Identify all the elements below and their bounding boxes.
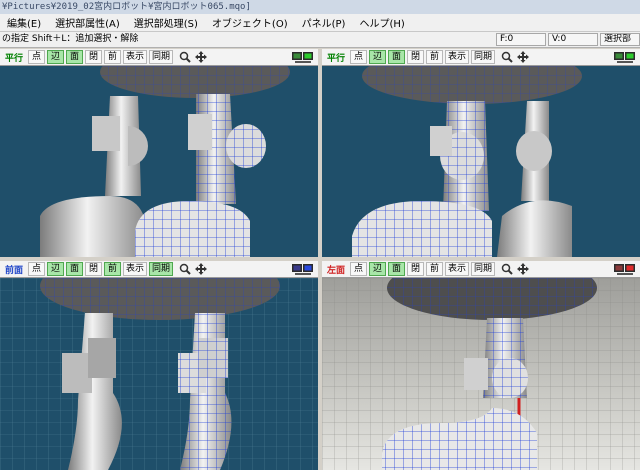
vertex-button[interactable]: 点 [350, 262, 367, 276]
front-button[interactable]: 前 [104, 50, 121, 64]
magnifier-icon[interactable] [179, 263, 191, 275]
face-count: F:0 [496, 33, 546, 46]
menu-help[interactable]: ヘルプ(H) [352, 15, 411, 30]
hide-button[interactable]: 閉 [85, 50, 102, 64]
sync-button[interactable]: 同期 [149, 262, 174, 276]
window-title: ¥Pictures¥2019_02宮内ロボット¥宮内ロボット065.mqo] [0, 0, 640, 14]
menu-selection-process[interactable]: 選択部処理(S) [127, 15, 205, 30]
sync-button[interactable]: 同期 [471, 262, 496, 276]
menu-object[interactable]: オブジェクト(O) [205, 15, 295, 30]
pane-toolbar: 平行 点 辺 面 閉 前 表示 同期 [322, 49, 640, 66]
monitor-icon[interactable] [292, 263, 314, 275]
hide-button[interactable]: 閉 [407, 50, 424, 64]
display-button[interactable]: 表示 [445, 262, 470, 276]
front-button[interactable]: 前 [104, 262, 121, 276]
front-button[interactable]: 前 [426, 50, 443, 64]
face-button[interactable]: 面 [66, 50, 83, 64]
viewport-3d[interactable] [322, 66, 640, 257]
viewport-pane-bottom-left: 前面 点 辺 面 閉 前 表示 同期 [0, 261, 318, 470]
display-button[interactable]: 表示 [123, 262, 148, 276]
display-button[interactable]: 表示 [445, 50, 470, 64]
face-button[interactable]: 面 [66, 262, 83, 276]
vertex-button[interactable]: 点 [28, 262, 45, 276]
front-button[interactable]: 前 [426, 262, 443, 276]
pane-toolbar: 平行 点 辺 面 閉 前 表示 同期 [0, 49, 318, 66]
vertex-button[interactable]: 点 [350, 50, 367, 64]
move-arrows-icon[interactable] [517, 263, 530, 275]
sync-button[interactable]: 同期 [471, 50, 496, 64]
viewport-pane-bottom-right: 左面 点 辺 面 閉 前 表示 同期 [322, 261, 640, 470]
edge-button[interactable]: 辺 [47, 50, 64, 64]
face-button[interactable]: 面 [388, 262, 405, 276]
menu-panel[interactable]: パネル(P) [295, 15, 353, 30]
view-mode-label: 前面 [4, 265, 23, 276]
pane-toolbar: 前面 点 辺 面 閉 前 表示 同期 [0, 261, 318, 278]
monitor-icon[interactable] [614, 51, 636, 63]
edge-button[interactable]: 辺 [369, 262, 386, 276]
viewport-3d[interactable] [0, 66, 318, 257]
viewport-3d[interactable] [0, 278, 318, 470]
magnifier-icon[interactable] [179, 51, 191, 63]
status-bar: の指定 Shift＋L：追加選択・解除 F:0 V:0 選択部 [0, 32, 640, 48]
viewport-pane-top-left: 平行 点 辺 面 閉 前 表示 同期 [0, 49, 318, 257]
pane-toolbar: 左面 点 辺 面 閉 前 表示 同期 [322, 261, 640, 278]
view-mode-label: 平行 [4, 53, 23, 64]
viewport-pane-top-right: 平行 点 辺 面 閉 前 表示 同期 [322, 49, 640, 257]
menu-selection-attributes[interactable]: 選択部属性(A) [48, 15, 127, 30]
magnifier-icon[interactable] [501, 51, 513, 63]
selection-status: 選択部 [600, 33, 640, 46]
face-button[interactable]: 面 [388, 50, 405, 64]
monitor-icon[interactable] [292, 51, 314, 63]
view-mode-label: 平行 [326, 53, 345, 64]
edge-button[interactable]: 辺 [369, 50, 386, 64]
vertex-count: V:0 [548, 33, 598, 46]
viewport-3d[interactable] [322, 278, 640, 470]
move-arrows-icon[interactable] [195, 263, 208, 275]
monitor-icon[interactable] [614, 263, 636, 275]
magnifier-icon[interactable] [501, 263, 513, 275]
edge-button[interactable]: 辺 [47, 262, 64, 276]
sync-button[interactable]: 同期 [149, 50, 174, 64]
menu-bar: 編集(E) 選択部属性(A) 選択部処理(S) オブジェクト(O) パネル(P)… [0, 14, 640, 32]
vertex-button[interactable]: 点 [28, 50, 45, 64]
view-mode-label: 左面 [326, 265, 345, 276]
display-button[interactable]: 表示 [123, 50, 148, 64]
app-window: ¥Pictures¥2019_02宮内ロボット¥宮内ロボット065.mqo] 編… [0, 0, 640, 470]
status-hint: の指定 Shift＋L：追加選択・解除 [2, 34, 139, 44]
move-arrows-icon[interactable] [195, 51, 208, 63]
hide-button[interactable]: 閉 [85, 262, 102, 276]
menu-edit[interactable]: 編集(E) [0, 15, 48, 30]
hide-button[interactable]: 閉 [407, 262, 424, 276]
move-arrows-icon[interactable] [517, 51, 530, 63]
